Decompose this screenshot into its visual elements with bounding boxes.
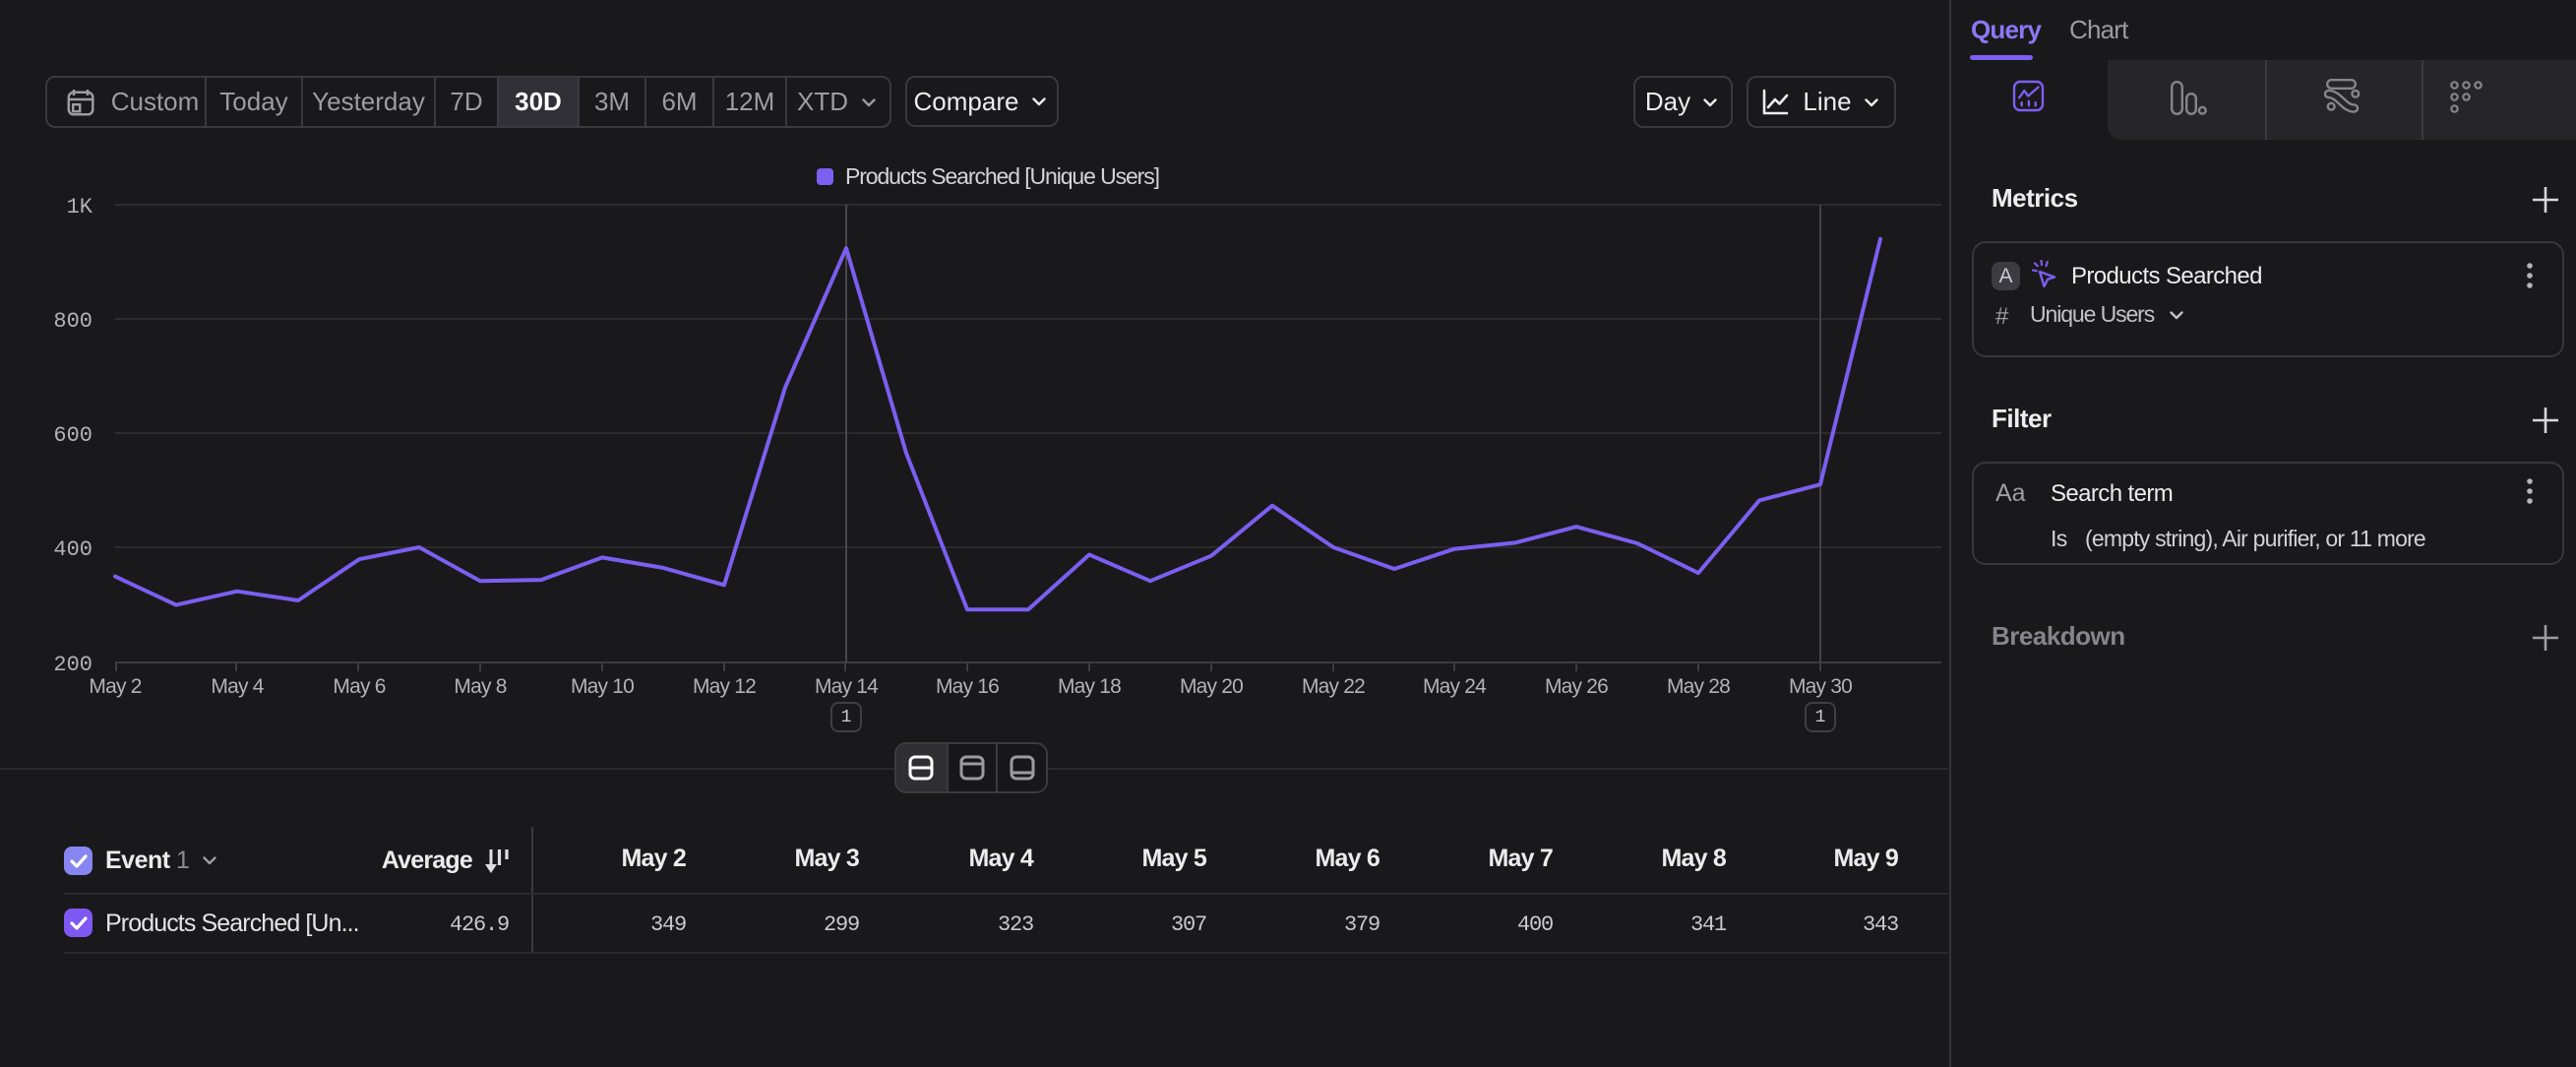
svg-text:May 4: May 4 [211,675,264,698]
svg-text:May 28: May 28 [1667,675,1730,698]
svg-text:May 14: May 14 [815,675,879,698]
svg-text:600: 600 [53,423,92,448]
svg-text:May 12: May 12 [693,675,756,698]
svg-text:1K: 1K [67,195,93,220]
svg-text:May 16: May 16 [936,675,999,698]
svg-text:May 30: May 30 [1789,675,1852,698]
svg-text:May 26: May 26 [1545,675,1608,698]
svg-text:May 2: May 2 [89,675,141,698]
svg-text:May 6: May 6 [333,675,385,698]
svg-text:May 20: May 20 [1180,675,1243,698]
svg-text:400: 400 [53,537,92,562]
svg-text:May 24: May 24 [1423,675,1487,698]
svg-text:800: 800 [53,309,92,334]
svg-text:May 10: May 10 [571,675,634,698]
svg-text:200: 200 [53,653,92,677]
svg-text:May 22: May 22 [1302,675,1365,698]
svg-text:May 18: May 18 [1058,675,1121,698]
svg-text:May 8: May 8 [454,675,506,698]
